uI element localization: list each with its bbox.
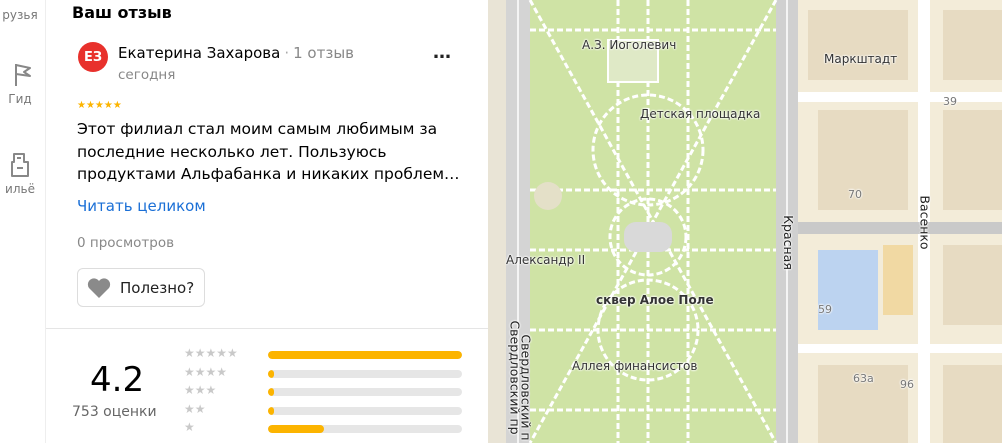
- rating-row-stars: ★★: [184, 401, 206, 416]
- rating-row-5: ★★★★★: [184, 346, 464, 361]
- avatar[interactable]: ЕЗ: [78, 42, 108, 72]
- review-text-line: Этот филиал стал моим самым любимым за: [77, 120, 438, 138]
- map-label-street: Красная: [780, 215, 796, 270]
- heart-icon: [87, 277, 111, 298]
- review-author: Екатерина Захарова · 1 отзыв: [118, 44, 354, 62]
- app-window: рузья Гид ильё Ваш отзыв ЕЗ Екатерина За…: [0, 0, 1002, 443]
- rating-bar-track: [268, 351, 462, 359]
- rail-item-label: ильё: [5, 182, 35, 196]
- read-more-link[interactable]: Читать целиком: [77, 197, 206, 215]
- rail-item-friends[interactable]: рузья: [0, 8, 45, 22]
- review-date: сегодня: [118, 67, 176, 83]
- map-label-monument[interactable]: А.З. Иоголевич: [582, 38, 676, 52]
- rating-row-1: ★: [184, 420, 464, 435]
- rating-bar-track: [268, 425, 462, 433]
- separator-dot: ·: [284, 44, 290, 62]
- section-title: Ваш отзыв: [72, 3, 172, 22]
- left-rail: рузья Гид ильё: [0, 0, 46, 443]
- rating-row-stars: ★★★★★: [184, 346, 238, 360]
- rating-count: 753 оценки: [72, 404, 157, 420]
- house-number: 70: [848, 188, 862, 201]
- review-panel: Ваш отзыв ЕЗ Екатерина Захарова · 1 отзыв …: [46, 0, 488, 443]
- rating-row-3: ★★★: [184, 383, 464, 398]
- house-number: 59: [818, 303, 832, 316]
- map-label-playground[interactable]: Детская площадка: [640, 107, 760, 121]
- author-name[interactable]: Екатерина Захарова: [118, 44, 280, 62]
- house-number: 39: [943, 95, 957, 108]
- rating-bar-track: [268, 388, 462, 396]
- rating-row-stars: ★: [184, 420, 195, 434]
- rating-bar-fill: [268, 351, 462, 359]
- rating-value: 4.2: [90, 360, 145, 400]
- house-number: 63а: [853, 372, 874, 385]
- review-text-line: продуктами Альфабанка и никаких проблем…: [77, 165, 460, 183]
- map-label-markshtadt[interactable]: Маркштадт: [824, 52, 897, 66]
- rating-bar-track: [268, 369, 462, 378]
- rating-row-4: ★★★★: [184, 364, 464, 380]
- guide-flag-icon: [15, 64, 31, 86]
- rating-bar-fill: [268, 369, 274, 378]
- review-text: Этот филиал стал моим самым любимым за п…: [77, 118, 467, 186]
- rating-bar-fill: [268, 406, 274, 415]
- review-text-line: последние несколько лет. Пользуюсь: [77, 142, 387, 161]
- author-reviews-count: 1 отзыв: [293, 44, 355, 62]
- rating-bar-track: [268, 406, 462, 415]
- useful-label: Полезно?: [120, 278, 195, 297]
- map-label-square[interactable]: сквер Алое Поле: [596, 293, 714, 307]
- map-label-street: Свердловский п: [518, 334, 534, 441]
- house-number: 96: [900, 378, 914, 391]
- housing-icon: [11, 153, 29, 177]
- views-count: 0 просмотров: [77, 235, 175, 251]
- rating-row-2: ★★: [184, 401, 464, 417]
- rail-item-label: рузья: [2, 8, 38, 22]
- map-label-street: Васенко: [917, 195, 933, 250]
- divider: [46, 328, 488, 329]
- review-rating-stars: ★★★★★: [77, 100, 122, 111]
- map-label-alley[interactable]: Аллея финансистов: [572, 359, 697, 373]
- more-options-icon[interactable]: …: [430, 44, 454, 66]
- rating-row-stars: ★★★★: [184, 364, 228, 379]
- rail-item-label: Гид: [8, 92, 32, 106]
- rating-bar-fill: [268, 388, 274, 396]
- useful-button[interactable]: Полезно?: [77, 268, 205, 307]
- map-label-alexander[interactable]: Александр II: [506, 253, 585, 267]
- rail-item-guide[interactable]: Гид: [0, 60, 45, 106]
- rating-bar-fill: [268, 425, 325, 433]
- rating-row-stars: ★★★: [184, 383, 217, 397]
- map[interactable]: А.З. Иоголевич Детская площадка Александ…: [488, 0, 1002, 443]
- rail-item-housing[interactable]: ильё: [0, 150, 45, 196]
